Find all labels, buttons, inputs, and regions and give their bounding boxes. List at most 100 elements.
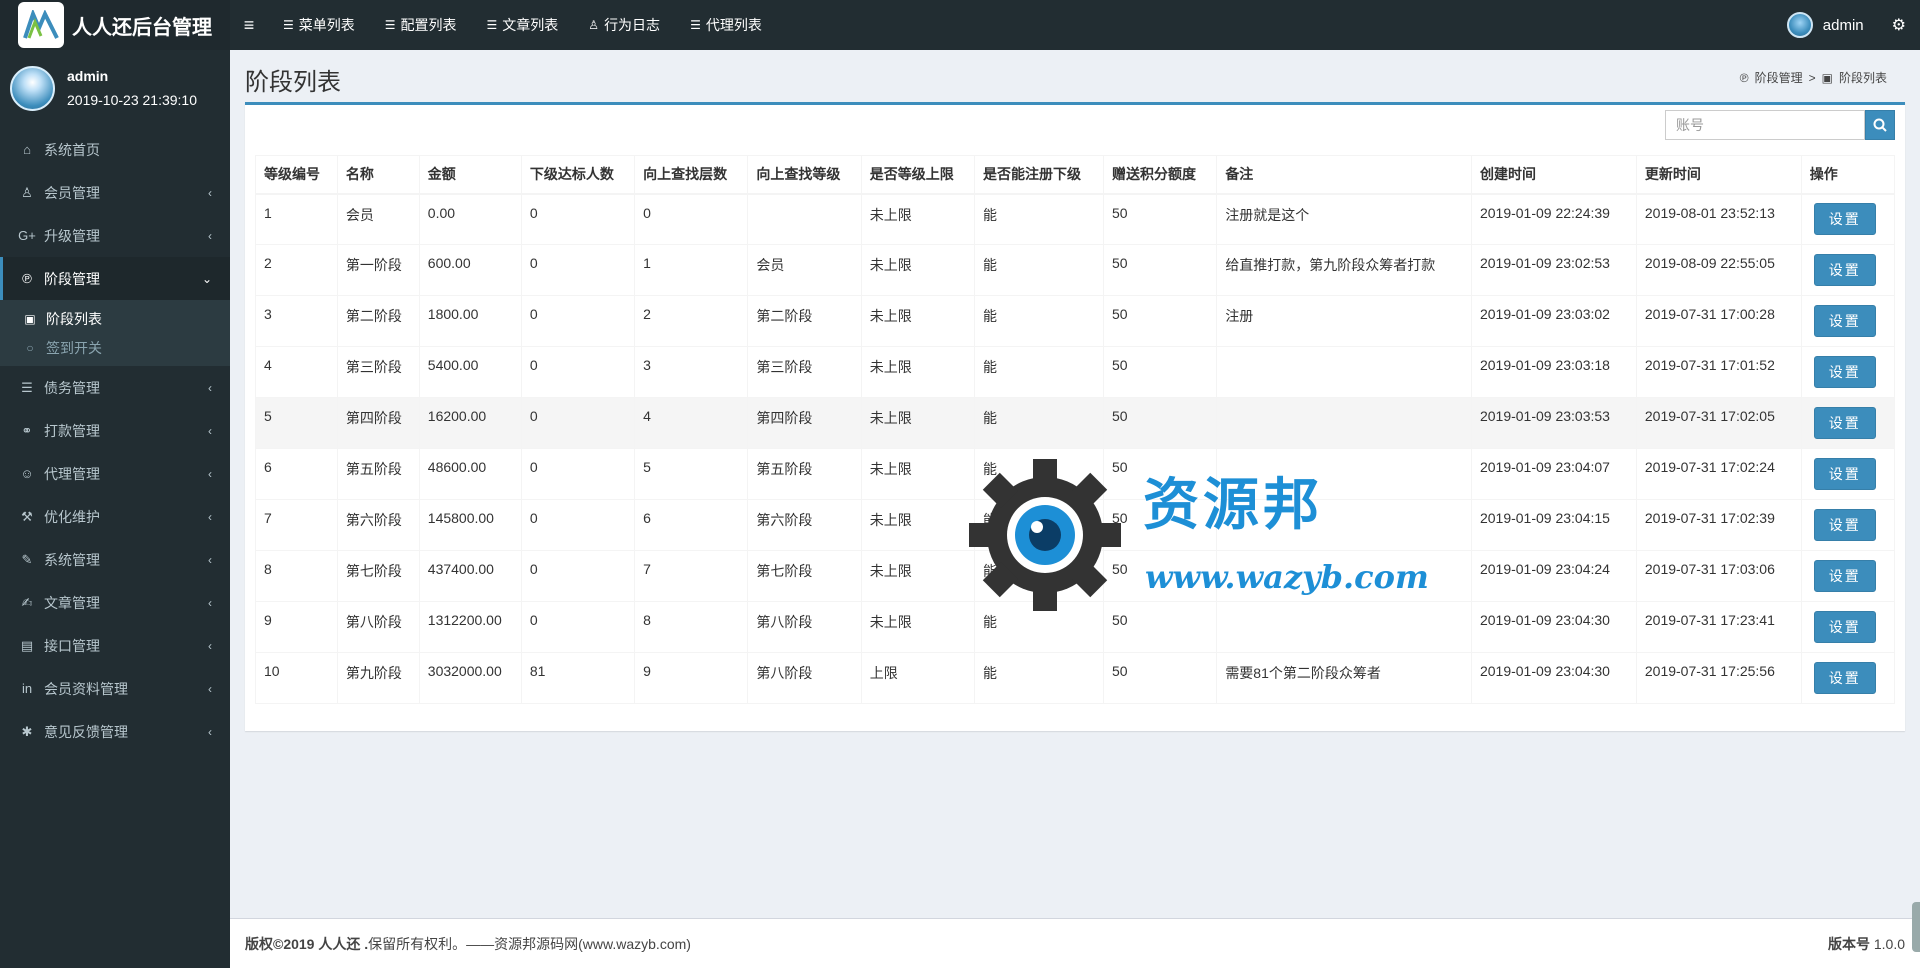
topnav-menu-list[interactable]: ☰ 菜单列表 bbox=[268, 0, 370, 50]
settings-button[interactable]: 设置 bbox=[1813, 356, 1876, 388]
sidebar-item-debts[interactable]: ☰ 债务管理 ‹ bbox=[0, 366, 230, 409]
stage-submenu: ▣ 阶段列表 ○ 签到开关 bbox=[0, 300, 230, 366]
table-cell: 2019-07-31 17:02:39 bbox=[1635, 499, 1802, 551]
chevron-left-icon: ‹ bbox=[208, 509, 212, 524]
table-cell: 0.00 bbox=[418, 193, 522, 245]
table-cell: 0 bbox=[520, 550, 636, 602]
settings-button[interactable]: 设置 bbox=[1813, 305, 1876, 337]
settings-button[interactable]: 设置 bbox=[1813, 662, 1876, 694]
topnav-article-list[interactable]: ☰ 文章列表 bbox=[472, 0, 574, 50]
wrench-icon: ✎ bbox=[21, 551, 33, 567]
table-cell: 0 bbox=[520, 193, 636, 245]
top-username[interactable]: admin bbox=[1823, 17, 1864, 34]
book-icon: ▤ bbox=[20, 637, 34, 653]
settings-button[interactable]: 设置 bbox=[1813, 509, 1876, 541]
sidebar-toggle-icon[interactable]: ≡ bbox=[230, 15, 268, 36]
search-button[interactable] bbox=[1865, 110, 1895, 140]
app-title: 人人还后台管理 bbox=[72, 16, 212, 39]
table-cell: 第五阶段 bbox=[747, 448, 862, 500]
sidebar-item-home[interactable]: ⌂ 系统首页 bbox=[0, 128, 230, 171]
copyright-text: 保留所有权利。——资源邦源码网(www.wazyb.com) bbox=[368, 935, 691, 952]
table-cell: 能 bbox=[974, 346, 1105, 398]
table-cell: 0 bbox=[520, 244, 636, 296]
table-cell: 145800.00 bbox=[418, 499, 522, 551]
sidebar-item-api[interactable]: ▤ 接口管理 ‹ bbox=[0, 624, 230, 667]
table-cell: 第二阶段 bbox=[747, 295, 862, 347]
settings-button[interactable]: 设置 bbox=[1813, 611, 1876, 643]
table-body: 1 会员 0.00 0 0 未上限能 50 注册就是这个 2019-01-09 22:24:39… bbox=[255, 193, 1896, 704]
sidebar-item-agents[interactable]: ☺ 代理管理 ‹ bbox=[0, 452, 230, 495]
list-icon: ☰ bbox=[283, 18, 294, 32]
topnav-label: 行为日志 bbox=[604, 17, 661, 33]
money-icon: ▣ bbox=[1821, 70, 1833, 85]
breadcrumb-parent[interactable]: 阶段管理 bbox=[1755, 69, 1803, 86]
table-cell: 50 bbox=[1103, 550, 1218, 602]
sidebar-item-articles[interactable]: ✍ 文章管理 ‹ bbox=[0, 581, 230, 624]
settings-button[interactable]: 设置 bbox=[1813, 407, 1876, 439]
page-title: 阶段列表 bbox=[245, 69, 341, 96]
table-cell: 50 bbox=[1103, 397, 1218, 449]
topnav-label: 文章列表 bbox=[502, 17, 559, 33]
login-time: 2019-10-23 21:39:10 bbox=[67, 92, 197, 108]
table-cell: 能 bbox=[974, 244, 1105, 296]
logo-area[interactable]: 人人还后台管理 bbox=[0, 0, 230, 50]
chevron-left-icon: ‹ bbox=[208, 681, 212, 696]
sidebar-item-feedback[interactable]: ✱ 意见反馈管理 ‹ bbox=[0, 710, 230, 753]
sidebar-item-optimize[interactable]: ⚒ 优化维护 ‹ bbox=[0, 495, 230, 538]
table-row: 8 第七阶段 437400.00 0 7 第七阶段 未上限能 50 2019-01-09 23:… bbox=[255, 550, 1896, 602]
scrollbar-handle[interactable] bbox=[1912, 902, 1920, 952]
footer: 版权©2019 人人还 . 保留所有权利。——资源邦源码网(www.wazyb.… bbox=[230, 918, 1920, 968]
table-cell: 未上限 bbox=[860, 244, 976, 296]
column-header: 是否能注册下级 bbox=[974, 155, 1105, 195]
users-icon: ☺ bbox=[20, 466, 34, 481]
sub-item-label: 阶段列表 bbox=[46, 310, 102, 327]
sidebar-item-upgrade[interactable]: G+ 升级管理 ‹ bbox=[0, 214, 230, 257]
list-icon: ☰ bbox=[21, 379, 33, 395]
sub-item-checkin-switch[interactable]: ○ 签到开关 bbox=[0, 333, 230, 362]
sidebar-item-stages[interactable]: ℗ 阶段管理 ⌄ bbox=[0, 257, 230, 300]
table-cell: 2019-01-09 23:03:02 bbox=[1470, 295, 1637, 347]
table-cell: 50 bbox=[1103, 295, 1218, 347]
sidebar-item-system[interactable]: ✎ 系统管理 ‹ bbox=[0, 538, 230, 581]
breadcrumb: ℗ 阶段管理 > ▣ 阶段列表 bbox=[1737, 69, 1890, 86]
table-cell: 注册 bbox=[1216, 295, 1472, 347]
table-cell: 第二阶段 bbox=[336, 295, 420, 347]
topnav-action-log[interactable]: ♙ 行为日志 bbox=[573, 0, 675, 50]
table-cell: 6 bbox=[634, 499, 749, 551]
table-cell: 第一阶段 bbox=[336, 244, 420, 296]
sidebar-item-payments[interactable]: ⚭ 打款管理 ‹ bbox=[0, 409, 230, 452]
topnav-config-list[interactable]: ☰ 配置列表 bbox=[370, 0, 472, 50]
table-cell: 2 bbox=[634, 295, 749, 347]
table-cell: 2019-07-31 17:02:24 bbox=[1635, 448, 1802, 500]
settings-button[interactable]: 设置 bbox=[1813, 458, 1876, 490]
binoculars-icon: ⚭ bbox=[21, 422, 33, 438]
table-cell: 16200.00 bbox=[418, 397, 522, 449]
search-input[interactable] bbox=[1665, 110, 1865, 140]
settings-button[interactable]: 设置 bbox=[1813, 203, 1876, 236]
sidebar-item-members[interactable]: ♙ 会员管理 ‹ bbox=[0, 171, 230, 214]
table-cell: 437400.00 bbox=[418, 550, 522, 602]
column-header: 操作 bbox=[1800, 155, 1896, 195]
gears-icon[interactable]: ⚙ bbox=[1892, 15, 1906, 35]
sub-item-stage-list[interactable]: ▣ 阶段列表 bbox=[0, 304, 230, 333]
copyright-bold: 版权©2019 人人还 . bbox=[245, 935, 369, 952]
sidebar-menu: ⌂ 系统首页 ♙ 会员管理 ‹ G+ 升级管理 ‹ ℗ 阶段管理 ⌄ ▣ 阶段列表 ○ 签到开关 … bbox=[0, 128, 230, 753]
table-cell: 3032000.00 bbox=[418, 652, 522, 704]
main-content: 阶段列表 ℗ 阶段管理 > ▣ 阶段列表 等级编号名称金额下级达标人数向上查找层… bbox=[230, 50, 1920, 918]
table-cell bbox=[1216, 448, 1472, 500]
avatar[interactable] bbox=[1786, 12, 1813, 38]
table-row: 1 会员 0.00 0 0 未上限能 50 注册就是这个 2019-01-09 22:24:39… bbox=[255, 193, 1896, 245]
topnav-agent-list[interactable]: ☰ 代理列表 bbox=[675, 0, 777, 50]
user-icon: ♙ bbox=[588, 18, 600, 32]
settings-button[interactable]: 设置 bbox=[1813, 254, 1876, 286]
sidebar-item-member-profiles[interactable]: in 会员资料管理 ‹ bbox=[0, 667, 230, 710]
action-cell: 设置 bbox=[1800, 448, 1896, 500]
table-cell bbox=[1216, 550, 1472, 602]
money-icon: ▣ bbox=[24, 311, 36, 326]
settings-button[interactable]: 设置 bbox=[1813, 560, 1876, 592]
google-plus-icon: G+ bbox=[18, 228, 36, 243]
table-cell: 2019-07-31 17:01:52 bbox=[1635, 346, 1802, 398]
search-bar bbox=[1665, 110, 1895, 140]
table-cell: 注册就是这个 bbox=[1216, 193, 1472, 245]
breadcrumb-current: 阶段列表 bbox=[1838, 71, 1887, 85]
